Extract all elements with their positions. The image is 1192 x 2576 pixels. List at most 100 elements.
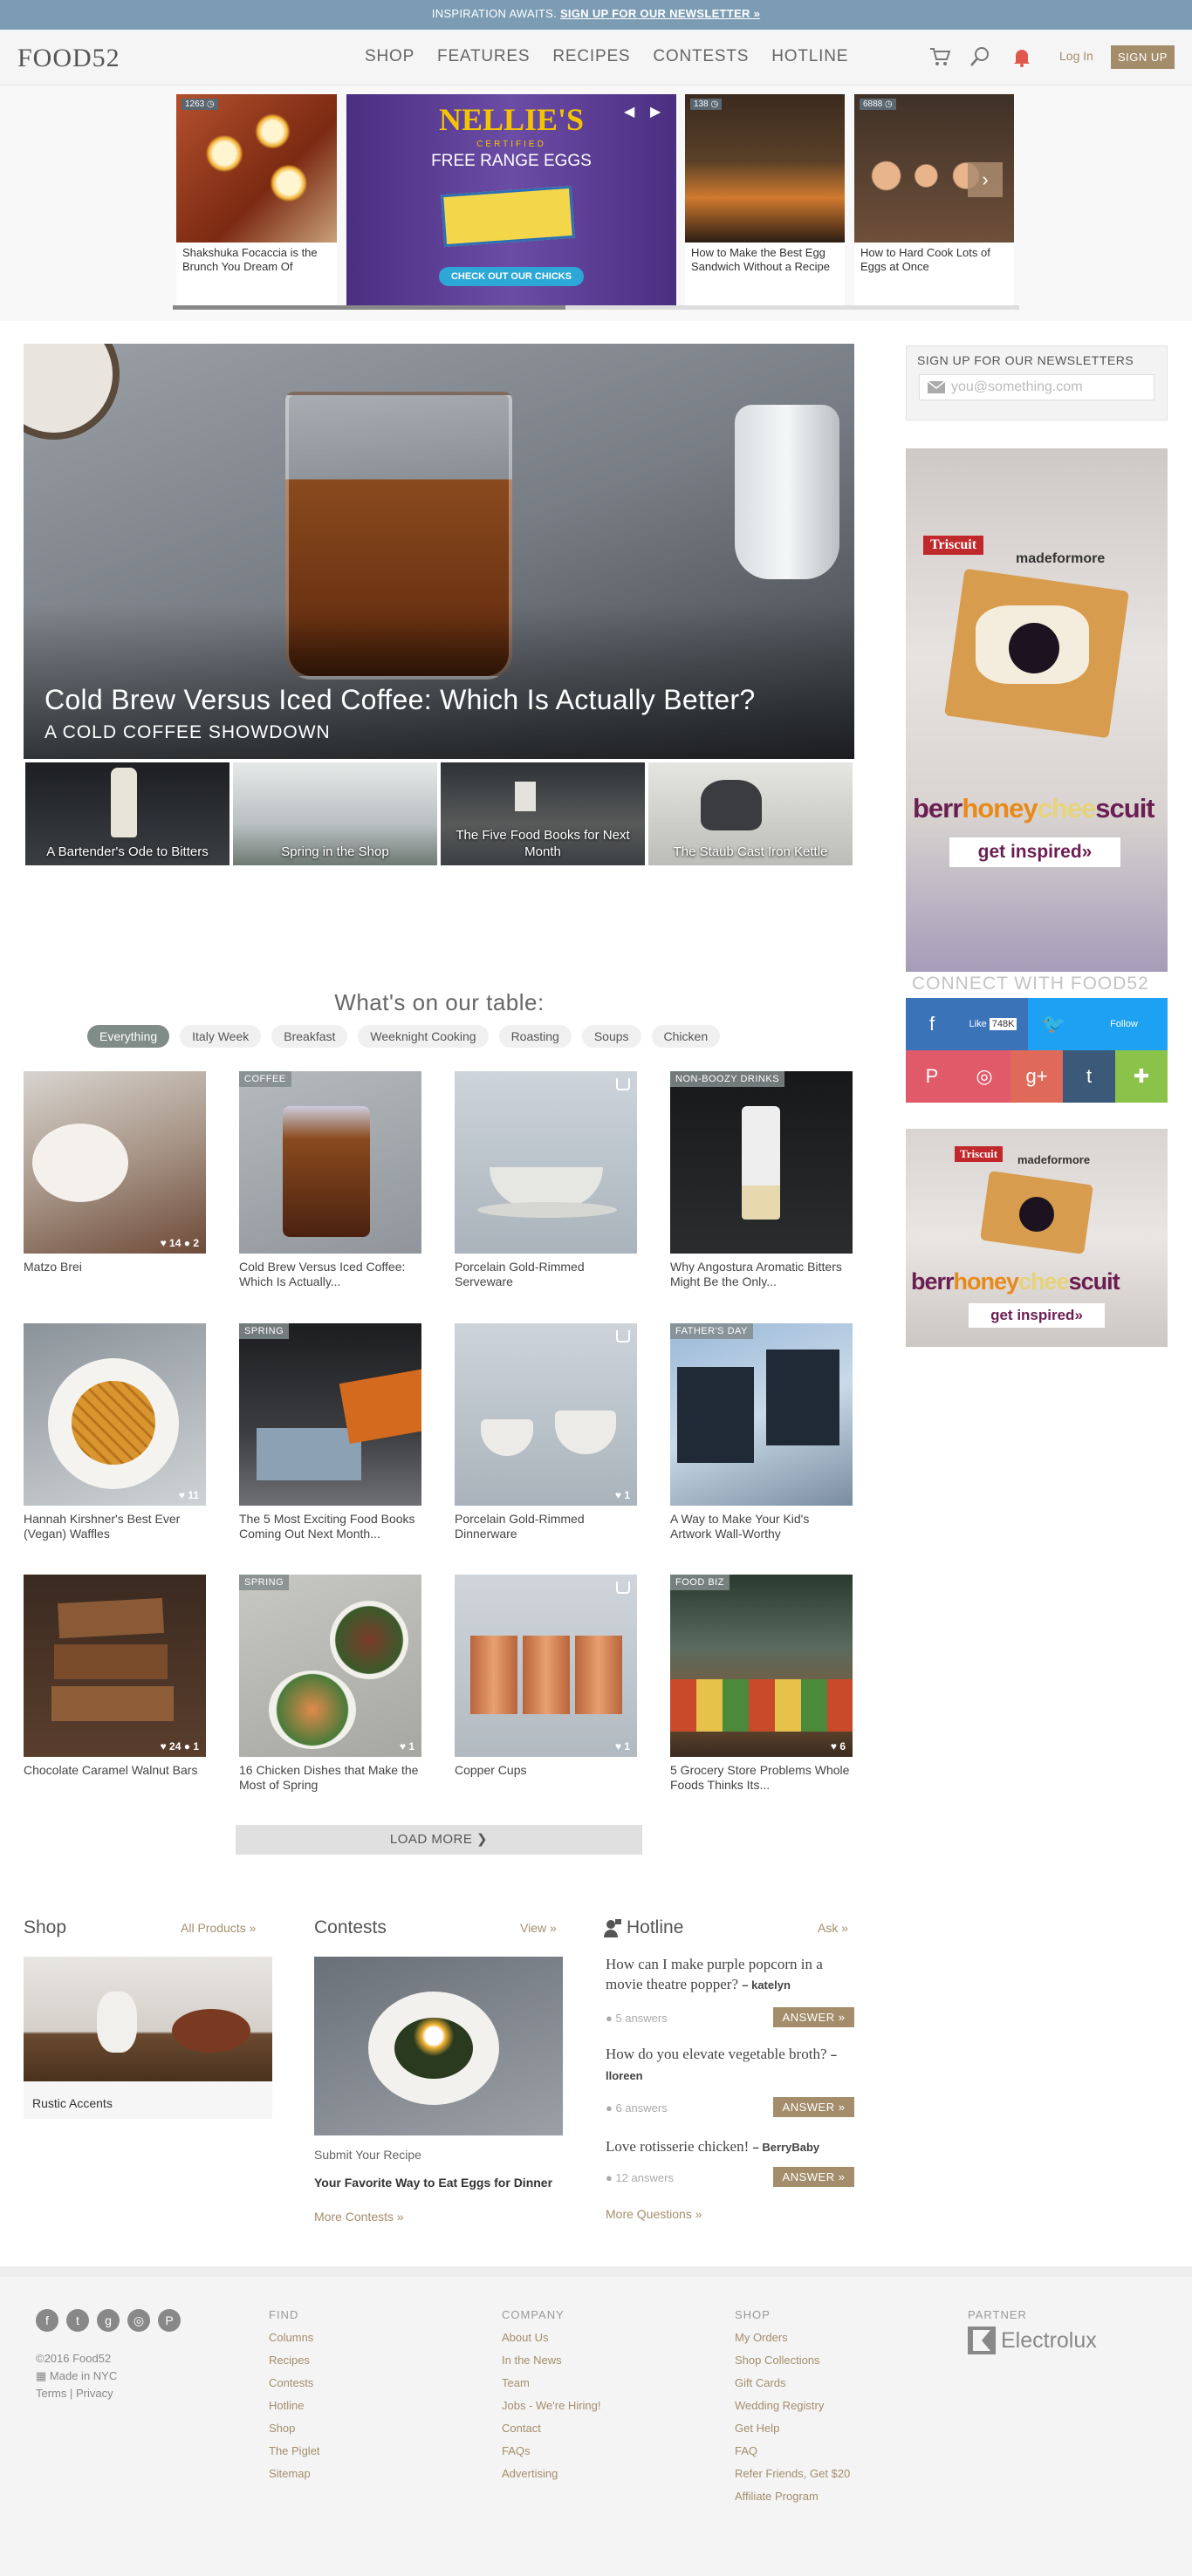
tile-caption[interactable]: The 5 Most Exciting Food Books Coming Ou… (239, 1512, 421, 1541)
footer-link[interactable]: Sitemap (269, 2463, 320, 2485)
carousel-card[interactable]: 1263 ◷ Shakshuka Focaccia is the Brunch … (176, 94, 337, 305)
filter-roasting[interactable]: Roasting (498, 1025, 572, 1048)
electrolux-logo[interactable]: Electrolux (968, 2327, 1097, 2354)
google-plus-icon[interactable]: g+ (1010, 1050, 1063, 1103)
filter-weeknight-cooking[interactable]: Weeknight Cooking (358, 1025, 489, 1048)
grid-tile[interactable]: SPRING (239, 1323, 421, 1506)
triscuit-ad-small[interactable]: Triscuit madeformore berrhoneycheescuit … (906, 1129, 1168, 1347)
grid-tile[interactable]: SPRING ♥ 1 (239, 1575, 421, 1757)
all-products-link[interactable]: All Products » (181, 1921, 256, 1935)
signup-button[interactable]: SIGN UP (1111, 45, 1175, 69)
footer-link[interactable]: The Piglet (269, 2440, 320, 2463)
carousel-next-arrow[interactable]: › (968, 162, 1003, 197)
tile-caption[interactable]: Copper Cups (455, 1763, 637, 1778)
ad-cta-button[interactable]: CHECK OUT OUR CHICKS (439, 267, 584, 286)
nav-features[interactable]: FEATURES (437, 47, 530, 66)
footer-link[interactable]: About Us (502, 2327, 601, 2349)
filter-everything[interactable]: Everything (87, 1025, 170, 1048)
cart-icon[interactable] (928, 45, 951, 68)
contest-image[interactable] (314, 1957, 563, 2135)
tile-caption[interactable]: 5 Grocery Store Problems Whole Foods Thi… (670, 1763, 853, 1793)
ad-cta-button[interactable]: get inspired» (949, 837, 1120, 867)
contests-view-link[interactable]: View » (520, 1921, 557, 1935)
notification-bell-icon[interactable] (1010, 45, 1033, 68)
grid-tile[interactable]: ♥ 24 ● 1 (24, 1575, 206, 1757)
banner-signup-link[interactable]: SIGN UP FOR OUR NEWSLETTER » (560, 7, 760, 20)
footer-link[interactable]: Shop Collections (735, 2349, 850, 2372)
footer-link[interactable]: Advertising (502, 2463, 601, 2485)
grid-tile[interactable]: COFFEE (239, 1071, 421, 1254)
twitter-icon[interactable]: t (66, 2309, 89, 2332)
twitter-follow-button[interactable]: Follow (1080, 998, 1168, 1050)
ad-cta-button[interactable]: get inspired» (969, 1303, 1105, 1328)
footer-link[interactable]: FAQs (502, 2440, 601, 2463)
grid-tile[interactable]: FATHER'S DAY (670, 1323, 853, 1506)
footer-link[interactable]: Recipes (269, 2349, 320, 2372)
grid-tile[interactable]: FOOD BIZ ♥ 6 (670, 1575, 853, 1757)
tile-caption[interactable]: Why Angostura Aromatic Bitters Might Be … (670, 1260, 853, 1289)
more-contests-link[interactable]: More Contests » (314, 2210, 404, 2224)
more-questions-link[interactable]: More Questions » (606, 2207, 702, 2221)
tumblr-icon[interactable]: t (1063, 1050, 1115, 1103)
ad-prev-arrow[interactable]: ◀ (624, 103, 634, 120)
hero-feature[interactable]: Cold Brew Versus Iced Coffee: Which Is A… (24, 344, 854, 759)
footer-link[interactable]: Columns (269, 2327, 320, 2349)
hotline-question[interactable]: Love rotisserie chicken! – BerryBaby (606, 2136, 859, 2157)
footer-link[interactable]: Contests (269, 2372, 320, 2395)
hero-title[interactable]: Cold Brew Versus Iced Coffee: Which Is A… (45, 684, 756, 716)
newsletter-email-input[interactable]: you@something.com (919, 374, 1154, 400)
tile-caption[interactable]: Hannah Kirshner's Best Ever (Vegan) Waff… (24, 1512, 206, 1541)
triscuit-ad[interactable]: Triscuit madeformore berrhoneycheescuit … (906, 448, 1168, 972)
food52-logo[interactable]: FOOD52 (17, 44, 120, 73)
tile-caption[interactable]: 16 Chicken Dishes that Make the Most of … (239, 1763, 421, 1793)
twitter-icon[interactable]: 🐦 (1028, 998, 1080, 1050)
answer-button[interactable]: ANSWER » (773, 2097, 854, 2117)
ask-link[interactable]: Ask » (818, 1921, 848, 1935)
sub-feature[interactable]: Spring in the Shop (233, 762, 437, 865)
answer-button[interactable]: ANSWER » (773, 2007, 854, 2027)
cart-icon[interactable] (616, 1330, 630, 1343)
tile-caption[interactable]: Cold Brew Versus Iced Coffee: Which Is A… (239, 1260, 421, 1289)
instagram-icon[interactable]: ◎ (958, 1050, 1010, 1103)
footer-link[interactable]: Contact (502, 2417, 601, 2440)
filter-italy-week[interactable]: Italy Week (180, 1025, 262, 1048)
ad-next-arrow[interactable]: ▶ (650, 103, 661, 120)
shop-card[interactable]: Rustic Accents (24, 1957, 272, 2119)
footer-link[interactable]: My Orders (735, 2327, 850, 2349)
answer-button[interactable]: ANSWER » (773, 2167, 854, 2187)
footer-link[interactable]: Shop (269, 2417, 320, 2440)
grid-tile[interactable]: ♥ 11 (24, 1323, 206, 1506)
footer-link[interactable]: Wedding Registry (735, 2395, 850, 2417)
footer-link[interactable]: Jobs - We're Hiring! (502, 2395, 601, 2417)
tile-caption[interactable]: Chocolate Caramel Walnut Bars (24, 1763, 206, 1778)
contest-name[interactable]: Your Favorite Way to Eat Eggs for Dinner (314, 2174, 563, 2191)
grid-tile[interactable]: ♥ 1 (455, 1323, 637, 1506)
nav-recipes[interactable]: RECIPES (552, 47, 630, 66)
filter-chicken[interactable]: Chicken (651, 1025, 721, 1048)
nav-hotline[interactable]: HOTLINE (771, 47, 848, 66)
nav-contests[interactable]: CONTESTS (653, 47, 749, 66)
pinterest-icon[interactable]: P (158, 2309, 181, 2332)
feedly-icon[interactable]: ✚ (1115, 1050, 1168, 1103)
hotline-question[interactable]: How can I make purple popcorn in a movie… (606, 1954, 859, 1995)
legal-links[interactable]: Terms | Privacy (36, 2385, 113, 2402)
load-more-button[interactable]: LOAD MORE ❯ (236, 1825, 642, 1855)
instagram-icon[interactable]: ◎ (127, 2309, 150, 2332)
nav-shop[interactable]: SHOP (365, 47, 414, 66)
login-link[interactable]: Log In (1059, 49, 1093, 63)
grid-tile[interactable] (455, 1071, 637, 1254)
google-plus-icon[interactable]: g (97, 2309, 120, 2332)
sub-feature[interactable]: The Five Food Books for Next Month (441, 762, 645, 865)
footer-link[interactable]: In the News (502, 2349, 601, 2372)
footer-link[interactable]: Refer Friends, Get $20 (735, 2463, 850, 2485)
nellies-ad[interactable]: NELLIE'S CERTIFIED FREE RANGE EGGS CHECK… (346, 94, 676, 305)
grid-tile[interactable]: NON-BOOZY DRINKS (670, 1071, 853, 1254)
facebook-icon[interactable]: f (906, 998, 958, 1050)
pinterest-icon[interactable]: P (906, 1050, 958, 1103)
grid-tile[interactable]: ♥ 14 ● 2 (24, 1071, 206, 1254)
footer-link[interactable]: Team (502, 2372, 601, 2395)
tile-caption[interactable]: Matzo Brei (24, 1260, 206, 1274)
cart-icon[interactable] (616, 1582, 630, 1594)
footer-link[interactable]: FAQ (735, 2440, 850, 2463)
footer-link[interactable]: Get Help (735, 2417, 850, 2440)
